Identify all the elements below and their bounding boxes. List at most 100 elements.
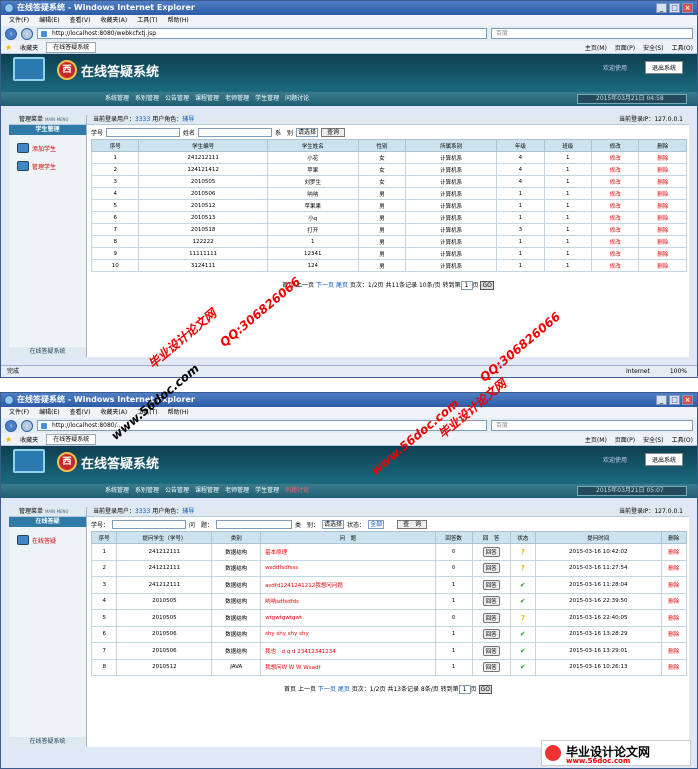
browser-tab[interactable]: 在线答疑系统 <box>46 433 97 445</box>
menu-file[interactable]: 文件(F) <box>9 15 29 26</box>
delete-link[interactable]: 删除 <box>660 559 688 577</box>
home-button[interactable]: 主页(M) <box>585 43 607 52</box>
edit-link[interactable]: 修改 <box>590 175 640 188</box>
delete-link[interactable]: 删除 <box>660 576 688 594</box>
question-link[interactable]: 基本原理 <box>260 543 436 561</box>
back-button[interactable]: ‹ <box>5 419 17 432</box>
edit-link[interactable]: 修改 <box>590 259 640 272</box>
menu-edit[interactable]: 编辑(E) <box>39 407 59 418</box>
delete-link[interactable]: 删除 <box>638 175 687 188</box>
status-select[interactable]: 全部 <box>368 519 385 529</box>
nav-discussion[interactable]: 问题讨论 <box>285 92 309 106</box>
search-input[interactable]: 百度 <box>491 420 693 431</box>
home-button[interactable]: 主页(M) <box>585 435 607 444</box>
zoom-level[interactable]: 100% <box>670 366 687 377</box>
delete-link[interactable]: 删除 <box>638 187 687 200</box>
nav-course[interactable]: 课程管理 <box>195 484 219 498</box>
minimize-button[interactable]: _ <box>656 3 667 13</box>
question-link[interactable]: 呐呐sdfsdfds <box>260 592 436 610</box>
favorites-star-icon[interactable]: ★ <box>5 435 12 444</box>
favorites-star-icon[interactable]: ★ <box>5 43 12 52</box>
menu-favorites[interactable]: 收藏夹(A) <box>100 15 127 26</box>
dept-select[interactable]: 请选择 <box>296 127 319 137</box>
go-button[interactable]: GO <box>480 281 494 290</box>
forward-button[interactable]: › <box>21 27 33 40</box>
answer-button[interactable]: 回答 <box>482 612 500 623</box>
student-num-input[interactable] <box>112 519 187 529</box>
page-input[interactable]: 1 <box>458 685 471 694</box>
page-button[interactable]: 页面(P) <box>615 43 635 52</box>
nav-discussion[interactable]: 问题讨论 <box>285 484 309 498</box>
nav-system[interactable]: 系统管理 <box>105 484 129 498</box>
favorites-button[interactable]: 收藏夹 <box>20 435 38 444</box>
menu-edit[interactable]: 编辑(E) <box>39 15 59 26</box>
edit-link[interactable]: 修改 <box>590 211 640 224</box>
answer-button[interactable]: 回答 <box>482 563 500 574</box>
nav-notice[interactable]: 公告管理 <box>165 484 189 498</box>
tools-button[interactable]: 工具(O) <box>672 43 693 52</box>
delete-link[interactable]: 删除 <box>660 543 688 561</box>
delete-link[interactable]: 删除 <box>638 199 687 212</box>
browser-tab[interactable]: 在线答疑系统 <box>46 41 97 53</box>
edit-link[interactable]: 修改 <box>590 199 640 212</box>
question-link[interactable]: wtgwtgwtgwt <box>260 609 436 627</box>
exit-button[interactable]: 退出系统 <box>644 453 683 466</box>
page-input[interactable]: 1 <box>460 281 473 290</box>
menu-favorites[interactable]: 收藏夹(A) <box>100 407 127 418</box>
back-button[interactable]: ‹ <box>5 27 17 40</box>
nav-notice[interactable]: 公告管理 <box>165 92 189 106</box>
search-input[interactable]: 百度 <box>491 28 693 39</box>
delete-link[interactable]: 删除 <box>638 151 687 164</box>
minimize-button[interactable]: _ <box>656 395 667 405</box>
delete-link[interactable]: 删除 <box>638 211 687 224</box>
nav-teacher[interactable]: 老师管理 <box>225 92 249 106</box>
delete-link[interactable]: 删除 <box>660 658 688 676</box>
sidebar-item-qa[interactable]: 在线答疑 <box>9 527 86 545</box>
question-input[interactable] <box>216 519 293 529</box>
nav-teacher[interactable]: 老师管理 <box>225 484 249 498</box>
answer-button[interactable]: 回答 <box>482 579 500 590</box>
nav-student[interactable]: 学生管理 <box>255 484 279 498</box>
delete-link[interactable]: 删除 <box>638 259 687 272</box>
question-link[interactable]: shy shy shy shy <box>260 625 436 643</box>
nav-student[interactable]: 学生管理 <box>255 92 279 106</box>
nav-dept[interactable]: 系别管理 <box>135 92 159 106</box>
edit-link[interactable]: 修改 <box>590 151 640 164</box>
exit-button[interactable]: 退出系统 <box>644 61 683 74</box>
delete-link[interactable]: 删除 <box>660 625 688 643</box>
menu-help[interactable]: 帮助(H) <box>168 15 189 26</box>
menu-view[interactable]: 查看(V) <box>70 15 91 26</box>
favorites-button[interactable]: 收藏夹 <box>20 43 38 52</box>
answer-button[interactable]: 回答 <box>482 662 500 673</box>
close-button[interactable]: × <box>682 395 693 405</box>
edit-link[interactable]: 修改 <box>590 223 640 236</box>
delete-link[interactable]: 删除 <box>638 247 687 260</box>
safety-button[interactable]: 安全(S) <box>643 435 664 444</box>
page-button[interactable]: 页面(P) <box>615 435 635 444</box>
menu-help[interactable]: 帮助(H) <box>168 407 189 418</box>
edit-link[interactable]: 修改 <box>590 247 640 260</box>
question-link[interactable]: 我想问Ｗ Ｗ Ｗ Wsadf <box>260 658 436 676</box>
go-button[interactable]: GO <box>478 685 492 694</box>
nav-dept[interactable]: 系别管理 <box>135 484 159 498</box>
edit-link[interactable]: 修改 <box>590 187 640 200</box>
delete-link[interactable]: 删除 <box>660 609 688 627</box>
forward-button[interactable]: › <box>21 419 33 432</box>
sidebar-item-manage-student[interactable]: 管理学生 <box>9 153 86 171</box>
delete-link[interactable]: 删除 <box>660 642 688 660</box>
question-link[interactable]: wsddfsdfsss <box>260 559 436 577</box>
close-button[interactable]: × <box>682 3 693 13</box>
delete-link[interactable]: 删除 <box>638 235 687 248</box>
answer-button[interactable]: 回答 <box>482 596 500 607</box>
delete-link[interactable]: 删除 <box>660 592 688 610</box>
menu-view[interactable]: 查看(V) <box>70 407 91 418</box>
menu-tools[interactable]: 工具(T) <box>137 15 157 26</box>
answer-button[interactable]: 回答 <box>482 645 500 656</box>
delete-link[interactable]: 删除 <box>638 223 687 236</box>
query-button[interactable]: 查 询 <box>397 519 428 529</box>
answer-button[interactable]: 回答 <box>482 629 500 640</box>
delete-link[interactable]: 删除 <box>638 163 687 176</box>
tools-button[interactable]: 工具(O) <box>672 435 693 444</box>
address-bar[interactable]: http://localhost:8080/webkcfxtj.jsp <box>37 28 487 39</box>
student-num-input[interactable] <box>106 127 181 137</box>
